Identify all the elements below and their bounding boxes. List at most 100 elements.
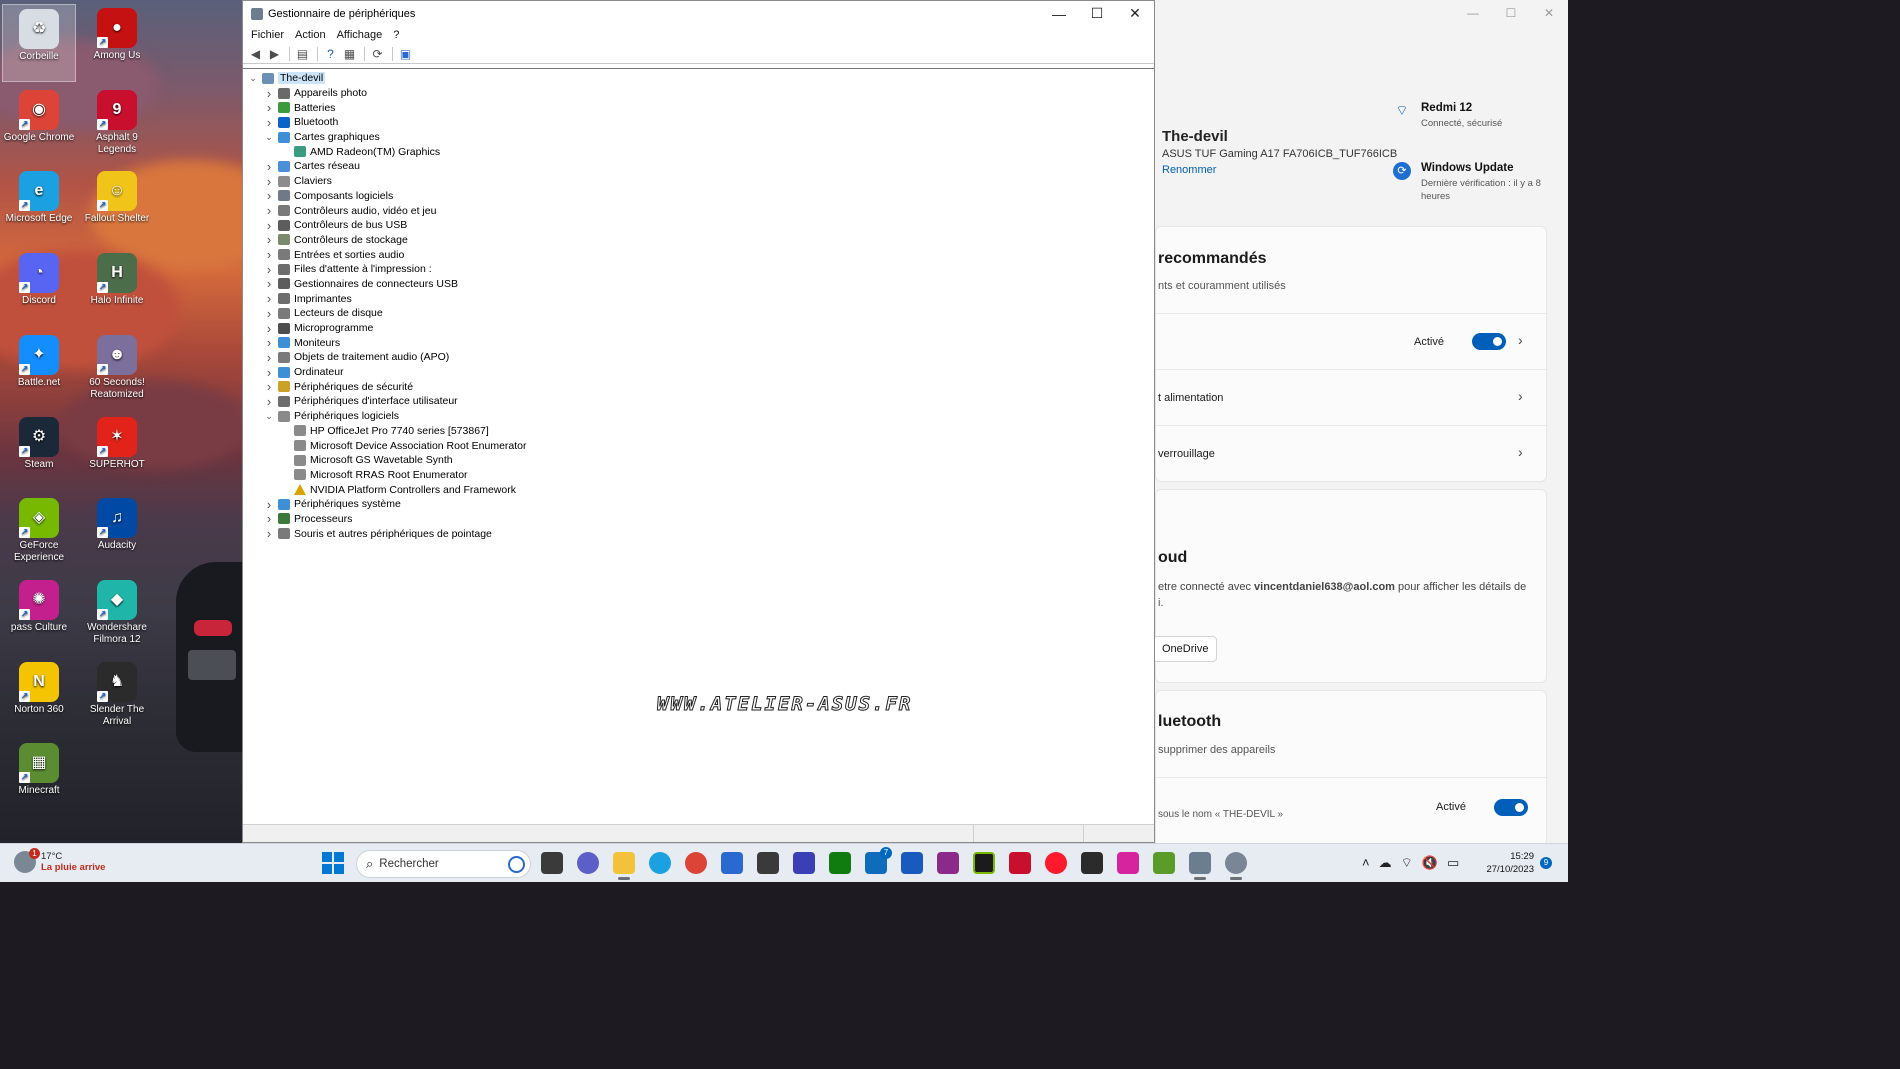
- desktop-icon[interactable]: ⚙ ↗ Steam: [2, 413, 76, 491]
- teams-icon[interactable]: 7: [865, 847, 892, 874]
- chevron-right-icon[interactable]: ›: [263, 276, 275, 291]
- list-view-icon[interactable]: ▦: [341, 46, 358, 62]
- settings-taskbar-icon[interactable]: [1225, 852, 1247, 880]
- device-category[interactable]: › Processeurs: [243, 511, 1154, 526]
- monitor-icon[interactable]: ▣: [397, 46, 414, 62]
- opera-icon[interactable]: [1045, 852, 1067, 874]
- chevron-right-icon[interactable]: ›: [263, 218, 275, 233]
- forward-icon[interactable]: ▶: [266, 46, 283, 62]
- desktop-icon[interactable]: H ↗ Halo Infinite: [80, 249, 154, 327]
- chevron-down-icon[interactable]: ⌄: [247, 73, 259, 84]
- desktop-icon[interactable]: ✦ ↗ Battle.net: [2, 331, 76, 409]
- device-category[interactable]: › Microprogramme: [243, 321, 1154, 336]
- chevron-right-icon[interactable]: ›: [263, 159, 275, 174]
- device-category[interactable]: › Périphériques d'interface utilisateur: [243, 394, 1154, 409]
- bing-icon[interactable]: [508, 856, 525, 873]
- chevron-right-icon[interactable]: ›: [1518, 444, 1523, 460]
- battery-icon[interactable]: ▭: [1447, 855, 1459, 871]
- device-category[interactable]: › Contrôleurs de stockage: [243, 232, 1154, 247]
- desktop-icon[interactable]: ● ↗ Among Us: [80, 4, 154, 82]
- power-setting-label[interactable]: t alimentation: [1158, 392, 1223, 404]
- amd-icon[interactable]: [1009, 852, 1031, 874]
- minimize-button[interactable]: —: [1040, 1, 1078, 26]
- scan-hardware-icon[interactable]: ⟳: [369, 46, 386, 62]
- device-category[interactable]: › Ordinateur: [243, 365, 1154, 380]
- device-item[interactable]: Microsoft GS Wavetable Synth: [243, 453, 1154, 468]
- search-box[interactable]: ⌕ Rechercher: [356, 850, 531, 878]
- settings-minimize-button[interactable]: —: [1454, 0, 1492, 26]
- windows-update-status[interactable]: ⟳ Windows Update Dernière vérification :…: [1393, 162, 1551, 203]
- desktop-icon[interactable]: ◈ ↗ GeForce Experience: [2, 494, 76, 572]
- chevron-right-icon[interactable]: ›: [1518, 388, 1523, 404]
- chevron-right-icon[interactable]: ›: [263, 526, 275, 541]
- desktop-icon[interactable]: ♞ ↗ Slender The Arrival: [80, 658, 154, 736]
- desktop-icon[interactable]: e ↗ Microsoft Edge: [2, 167, 76, 245]
- chevron-right-icon[interactable]: ›: [263, 497, 275, 512]
- back-icon[interactable]: ◀: [247, 46, 264, 62]
- chevron-right-icon[interactable]: ›: [263, 350, 275, 365]
- chevron-down-icon[interactable]: ⌄: [263, 132, 275, 143]
- properties-icon[interactable]: ▤: [294, 46, 311, 62]
- app-cube-icon[interactable]: [757, 852, 779, 874]
- chevron-right-icon[interactable]: ›: [263, 321, 275, 336]
- device-category[interactable]: › Cartes réseau: [243, 159, 1154, 174]
- device-item[interactable]: AMD Radeon(TM) Graphics: [243, 144, 1154, 159]
- desktop-icon[interactable]: ✶ ↗ SUPERHOT: [80, 413, 154, 491]
- desktop-icon[interactable]: 9 ↗ Asphalt 9 Legends: [80, 86, 154, 164]
- file-explorer-icon[interactable]: [613, 852, 635, 880]
- desktop-icon[interactable]: ◉ ↗ Google Chrome: [2, 86, 76, 164]
- device-category[interactable]: ⌄ Périphériques logiciels: [243, 409, 1154, 424]
- chevron-right-icon[interactable]: ›: [263, 262, 275, 277]
- device-category[interactable]: › Périphériques de sécurité: [243, 379, 1154, 394]
- chevron-right-icon[interactable]: ›: [263, 203, 275, 218]
- task-view-icon[interactable]: [541, 852, 563, 874]
- device-item[interactable]: NVIDIA Platform Controllers and Framewor…: [243, 482, 1154, 497]
- device-category[interactable]: › Objets de traitement audio (APO): [243, 350, 1154, 365]
- desktop-icon[interactable]: ✺ ↗ pass Culture: [2, 576, 76, 654]
- rename-link[interactable]: Renommer: [1162, 164, 1216, 176]
- clipchamp-icon[interactable]: [937, 852, 959, 874]
- device-category[interactable]: › Contrôleurs de bus USB: [243, 218, 1154, 233]
- chevron-right-icon[interactable]: ›: [263, 115, 275, 130]
- toggle-switch[interactable]: [1472, 333, 1506, 350]
- instagram-icon[interactable]: [1117, 852, 1139, 874]
- device-category[interactable]: › Moniteurs: [243, 335, 1154, 350]
- chevron-up-icon[interactable]: ˄: [1362, 855, 1370, 871]
- device-category[interactable]: › Imprimantes: [243, 291, 1154, 306]
- task-manager-icon[interactable]: [1081, 852, 1103, 874]
- chevron-right-icon[interactable]: ›: [263, 86, 275, 101]
- onedrive-button[interactable]: OneDrive: [1155, 636, 1218, 662]
- onedrive-off-icon[interactable]: ☁: [1379, 855, 1392, 871]
- chevron-right-icon[interactable]: ›: [1518, 332, 1523, 348]
- chat-icon[interactable]: [577, 852, 599, 874]
- lock-setting-label[interactable]: verrouillage: [1158, 448, 1215, 460]
- device-category[interactable]: › Files d'attente à l'impression :: [243, 262, 1154, 277]
- desktop-icon[interactable]: ▦ ↗ Minecraft: [2, 739, 76, 817]
- chevron-right-icon[interactable]: ›: [263, 291, 275, 306]
- desktop-icon[interactable]: N ↗ Norton 360: [2, 658, 76, 736]
- edge-taskbar-icon[interactable]: [649, 852, 671, 874]
- desktop-icon[interactable]: ◔ ↗ Discord: [2, 249, 76, 327]
- chevron-right-icon[interactable]: ›: [263, 365, 275, 380]
- device-category[interactable]: › Claviers: [243, 174, 1154, 189]
- chrome-taskbar-icon[interactable]: [685, 852, 707, 874]
- volume-muted-icon[interactable]: 🔇: [1422, 855, 1438, 871]
- chevron-right-icon[interactable]: ›: [263, 188, 275, 203]
- menu-help[interactable]: ?: [390, 29, 407, 41]
- chevron-right-icon[interactable]: ›: [263, 100, 275, 115]
- title-bar[interactable]: Gestionnaire de périphériques: [243, 1, 1154, 26]
- wifi-status[interactable]: ⌔ Redmi 12 Connecté, sécurisé: [1393, 102, 1551, 130]
- clock[interactable]: 15:29 27/10/2023: [1486, 850, 1534, 876]
- settings-close-button[interactable]: ✕: [1530, 0, 1568, 26]
- chevron-right-icon[interactable]: ›: [263, 511, 275, 526]
- desktop-icon[interactable]: ☻ ↗ 60 Seconds! Reatomized: [80, 331, 154, 409]
- weather-widget[interactable]: 1 17°C La pluie arrive: [14, 848, 105, 873]
- xbox-icon[interactable]: [829, 852, 851, 874]
- device-category[interactable]: › Composants logiciels: [243, 188, 1154, 203]
- bluetooth-toggle[interactable]: [1494, 799, 1528, 816]
- pen-app-icon[interactable]: [793, 852, 815, 874]
- device-category[interactable]: › Appareils photo: [243, 86, 1154, 101]
- chevron-down-icon[interactable]: ⌄: [263, 411, 275, 422]
- help-icon[interactable]: ?: [322, 46, 339, 62]
- chevron-right-icon[interactable]: ›: [263, 379, 275, 394]
